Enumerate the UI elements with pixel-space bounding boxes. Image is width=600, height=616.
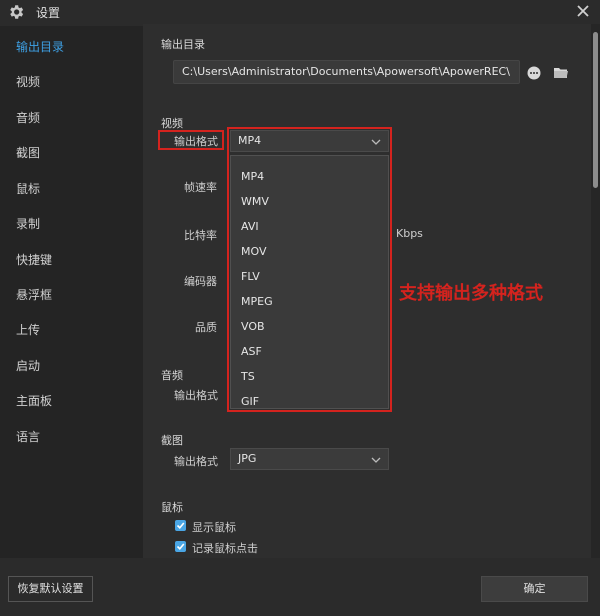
format-option[interactable]: FLV	[241, 270, 260, 283]
format-option[interactable]: GIF	[241, 395, 259, 408]
video-format-dropdown: MP4 WMV AVI MOV FLV MPEG VOB ASF TS GIF	[230, 155, 389, 409]
format-option[interactable]: MOV	[241, 245, 266, 258]
format-option[interactable]: AVI	[241, 220, 259, 233]
sidebar-item-upload[interactable]: 上传	[16, 321, 40, 338]
sidebar-item-startup[interactable]: 启动	[16, 357, 40, 374]
sidebar: 输出目录 视频 音频 截图 鼠标 录制 快捷键 悬浮框 上传 启动 主面板 语言	[0, 26, 143, 558]
more-options-icon[interactable]	[527, 65, 541, 84]
show-cursor-label: 显示鼠标	[192, 521, 236, 534]
format-option[interactable]: ASF	[241, 345, 262, 358]
output-path-field[interactable]: C:\Users\Administrator\Documents\Apowers…	[173, 60, 520, 84]
encoder-label: 编码器	[184, 275, 217, 288]
ok-button[interactable]: 确定	[481, 576, 588, 602]
video-format-value: MP4	[238, 134, 262, 147]
quality-label: 品质	[195, 321, 217, 334]
video-format-label: 输出格式	[174, 135, 218, 148]
sidebar-item-language[interactable]: 语言	[16, 428, 40, 445]
screenshot-format-value: JPG	[238, 452, 257, 465]
bitrate-label: 比特率	[184, 229, 217, 242]
format-option[interactable]: VOB	[241, 320, 265, 333]
sidebar-item-record[interactable]: 录制	[16, 215, 40, 232]
chevron-down-icon	[370, 453, 382, 465]
sidebar-item-audio[interactable]: 音频	[16, 109, 40, 126]
screenshot-format-label: 输出格式	[174, 455, 218, 468]
format-option[interactable]: WMV	[241, 195, 269, 208]
chevron-down-icon	[370, 135, 382, 147]
format-option[interactable]: MPEG	[241, 295, 273, 308]
settings-panel: 输出目录 C:\Users\Administrator\Documents\Ap…	[143, 24, 591, 558]
sidebar-item-output-dir[interactable]: 输出目录	[16, 38, 64, 55]
audio-format-label: 输出格式	[174, 389, 218, 402]
sidebar-item-main-panel[interactable]: 主面板	[16, 392, 52, 409]
bitrate-unit: Kbps	[396, 227, 423, 240]
format-option[interactable]: MP4	[241, 170, 264, 183]
sidebar-item-video[interactable]: 视频	[16, 73, 40, 90]
sidebar-item-hotkeys[interactable]: 快捷键	[16, 251, 52, 268]
window-title: 设置	[36, 6, 61, 20]
folder-icon[interactable]	[553, 65, 569, 84]
mouse-heading: 鼠标	[161, 501, 183, 514]
title-bar: 设置	[0, 0, 600, 24]
reset-defaults-button[interactable]: 恢复默认设置	[8, 576, 93, 602]
video-format-select[interactable]: MP4	[230, 130, 389, 152]
close-icon[interactable]	[574, 2, 592, 20]
format-option[interactable]: TS	[241, 370, 255, 383]
scrollbar-thumb[interactable]	[593, 32, 598, 188]
annotation-text: 支持输出多种格式	[399, 283, 543, 304]
output-dir-heading: 输出目录	[161, 38, 205, 51]
footer: 恢复默认设置 确定	[0, 558, 600, 616]
record-clicks-label: 记录鼠标点击	[192, 542, 258, 555]
sidebar-item-mouse[interactable]: 鼠标	[16, 180, 40, 197]
framerate-label: 帧速率	[184, 181, 217, 194]
scrollbar[interactable]	[591, 24, 600, 558]
sidebar-item-floating[interactable]: 悬浮框	[16, 286, 52, 303]
video-heading: 视频	[161, 117, 183, 130]
record-clicks-checkbox[interactable]	[175, 541, 186, 552]
gear-icon	[7, 3, 25, 21]
screenshot-heading: 截图	[161, 434, 183, 447]
show-cursor-checkbox[interactable]	[175, 520, 186, 531]
screenshot-format-select[interactable]: JPG	[230, 448, 389, 470]
audio-heading: 音频	[161, 369, 183, 382]
sidebar-item-screenshot[interactable]: 截图	[16, 144, 40, 161]
